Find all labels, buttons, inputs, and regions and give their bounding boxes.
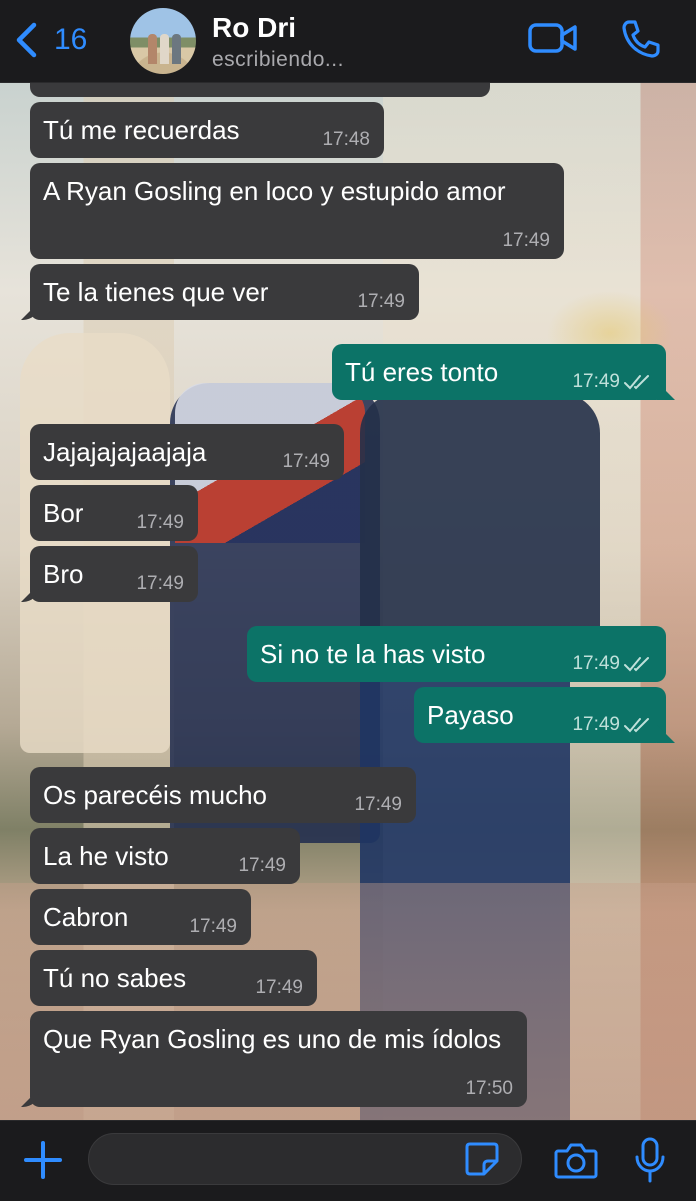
message-bubble-incoming[interactable]: Te la tienes que ver 17:49 (30, 264, 419, 320)
message-time: 17:48 (322, 129, 370, 150)
message-bubble-incoming[interactable]: Tú no sabes 17:49 (30, 950, 317, 1006)
message-time: 17:49 (502, 230, 550, 251)
contact-avatar[interactable] (130, 8, 196, 74)
chat-header: 16 Ro Dri escribiendo... (0, 0, 696, 83)
chevron-left-icon (16, 22, 37, 58)
plus-icon[interactable] (22, 1139, 64, 1181)
read-receipt-icon (624, 718, 649, 733)
message-time: 17:49 (189, 916, 237, 937)
message-time: 17:49 (572, 714, 620, 735)
read-receipt-icon (624, 657, 649, 672)
message-time: 17:49 (255, 977, 303, 998)
message-input-bar (0, 1120, 696, 1201)
video-call-icon[interactable] (528, 18, 578, 58)
message-time: 17:49 (354, 794, 402, 815)
message-input[interactable] (88, 1133, 522, 1185)
message-bubble-incoming[interactable]: Bor 17:49 (30, 485, 198, 541)
message-text: Que Ryan Gosling es uno de mis ídolos (43, 1024, 502, 1054)
message-text: Tú me recuerdas (43, 115, 240, 145)
message-text: Te la tienes que ver (43, 277, 269, 307)
contact-name[interactable]: Ro Dri (212, 12, 296, 44)
message-bubble-outgoing[interactable]: Payaso 17:49 (414, 687, 666, 743)
message-bubble-incoming[interactable]: Que Ryan Gosling es uno de mis ídolos 17… (30, 1011, 527, 1107)
message-time: 17:50 (465, 1078, 513, 1099)
message-bubble-incoming[interactable]: Os parecéis mucho 17:49 (30, 767, 416, 823)
read-receipt-icon (624, 375, 649, 390)
unread-count: 16 (54, 23, 88, 56)
message-text: Tú eres tonto (345, 357, 499, 387)
message-bubble-incoming[interactable]: Bro 17:49 (30, 546, 198, 602)
message-bubble-incoming[interactable]: La he visto 17:49 (30, 828, 300, 884)
message-time: 17:49 (572, 371, 620, 392)
message-time: 17:49 (136, 512, 184, 533)
sticker-icon[interactable] (464, 1141, 500, 1177)
back-button[interactable]: 16 (14, 22, 87, 58)
message-bubble-incoming[interactable]: Jajajajajaajaja 17:49 (30, 424, 344, 480)
message-text: Cabron (43, 902, 129, 932)
message-bubble-incoming[interactable] (30, 83, 490, 97)
typing-status: escribiendo... (212, 48, 344, 71)
message-text: Bor (43, 498, 84, 528)
message-bubble-outgoing[interactable]: Tú eres tonto 17:49 (332, 344, 666, 400)
message-bubble-incoming[interactable]: Cabron 17:49 (30, 889, 251, 945)
message-text: Payaso (427, 700, 514, 730)
message-text: Tú no sabes (43, 963, 187, 993)
phone-call-icon[interactable] (620, 18, 662, 60)
message-text: Jajajajajaajaja (43, 437, 207, 467)
message-bubble-outgoing[interactable]: Si no te la has visto 17:49 (247, 626, 666, 682)
message-text: Bro (43, 559, 84, 589)
chat-messages[interactable]: Tú me recuerdas 17:48 A Ryan Gosling en … (0, 83, 696, 1120)
message-text: Os parecéis mucho (43, 780, 267, 810)
message-time: 17:49 (238, 855, 286, 876)
message-time: 17:49 (357, 291, 405, 312)
message-text: Si no te la has visto (260, 639, 486, 669)
message-text: A Ryan Gosling en loco y estupido amor (43, 176, 506, 206)
message-text: La he visto (43, 841, 169, 871)
message-bubble-incoming[interactable]: A Ryan Gosling en loco y estupido amor 1… (30, 163, 564, 259)
camera-icon[interactable] (554, 1141, 598, 1179)
message-time: 17:49 (572, 653, 620, 674)
microphone-icon[interactable] (634, 1137, 666, 1183)
message-time: 17:49 (136, 573, 184, 594)
message-bubble-incoming[interactable]: Tú me recuerdas 17:48 (30, 102, 384, 158)
message-time: 17:49 (282, 451, 330, 472)
